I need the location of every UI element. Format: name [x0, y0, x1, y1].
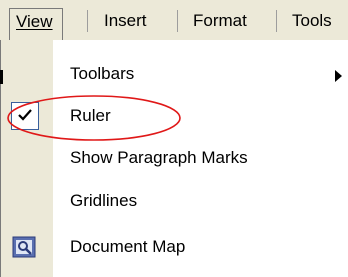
menu-item-document-map-label: Document Map — [70, 237, 186, 256]
menu-insert-label: Insert — [104, 11, 147, 30]
menu-item-show-paragraph-marks-label: Show Paragraph Marks — [70, 148, 248, 167]
menu-item-document-map[interactable]: Document Map — [1, 225, 348, 269]
window-edge-mark — [0, 70, 3, 84]
document-map-icon — [12, 235, 36, 259]
menu-item-ruler-label: Ruler — [70, 106, 111, 125]
view-dropdown-menu: Toolbars Ruler Show Paragraph Marks Grid… — [0, 40, 348, 277]
menubar-separator — [276, 10, 277, 32]
submenu-arrow-icon — [335, 70, 342, 82]
menu-item-ruler[interactable]: Ruler — [1, 94, 348, 138]
menu-tools-label: Tools — [292, 11, 332, 30]
menu-format-label: Format — [193, 11, 247, 30]
menubar-separator — [177, 10, 178, 32]
menu-item-gridlines-label: Gridlines — [70, 191, 138, 210]
menu-tools[interactable]: Tools — [286, 8, 338, 34]
menubar-separator — [87, 10, 88, 32]
menu-format[interactable]: Format — [187, 8, 253, 34]
menu-item-toolbars-label: Toolbars — [70, 64, 135, 83]
menu-view[interactable]: View — [9, 8, 63, 41]
checkmark-icon — [11, 102, 39, 130]
menu-insert[interactable]: Insert — [98, 8, 153, 34]
menu-view-label: View — [16, 12, 53, 31]
menu-bar: View Insert Format Tools — [0, 0, 348, 41]
menu-item-toolbars[interactable]: Toolbars — [1, 52, 348, 96]
menu-item-show-paragraph-marks[interactable]: Show Paragraph Marks — [1, 136, 348, 180]
menu-item-gridlines[interactable]: Gridlines — [1, 179, 348, 223]
